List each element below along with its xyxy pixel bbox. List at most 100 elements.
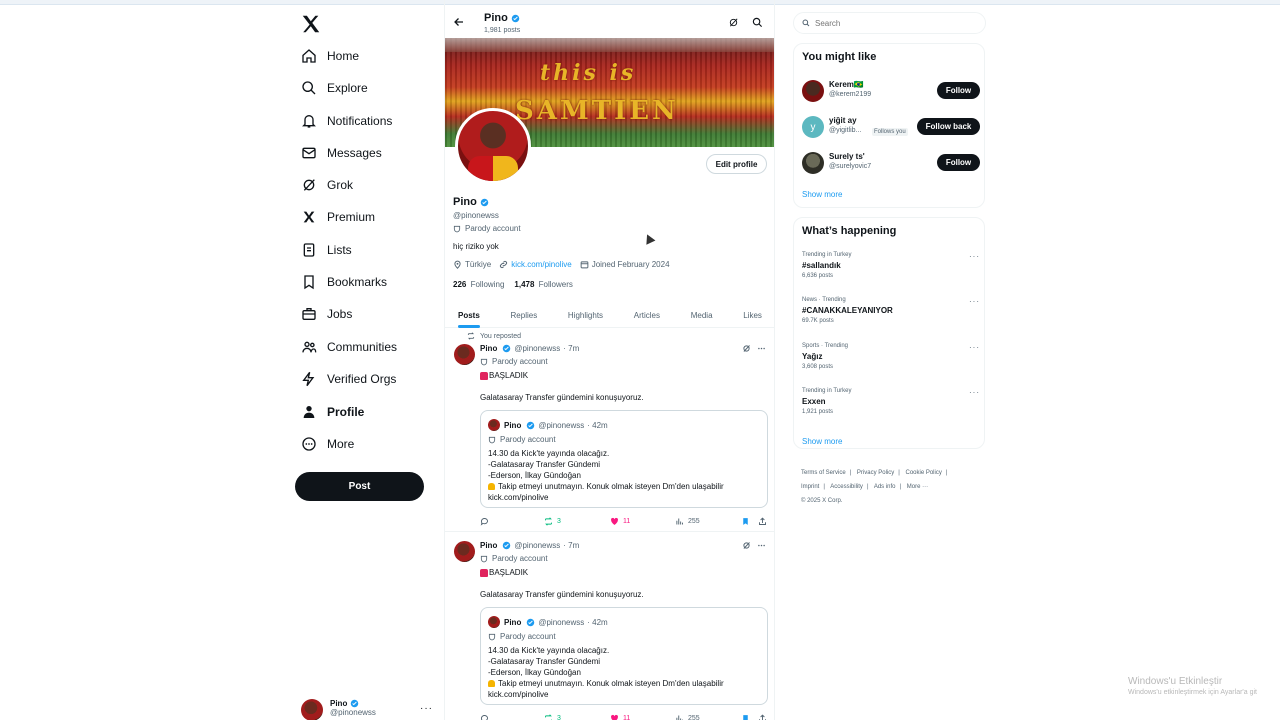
- quote-line-bell: Takip etmeyi unutmayın. Konuk olmak iste…: [488, 481, 724, 492]
- bookmark-button[interactable]: [741, 517, 754, 526]
- suggested-user[interactable]: y yiğit ay @yigitlib... Follows you Foll…: [802, 116, 980, 140]
- views-button[interactable]: 255: [675, 714, 700, 720]
- quote-line-bell: Takip etmeyi unutmayın. Konuk olmak iste…: [488, 678, 724, 689]
- x-logo-icon[interactable]: [300, 13, 322, 35]
- search-input[interactable]: [815, 18, 975, 28]
- views-button[interactable]: 255: [675, 517, 700, 526]
- nav-item-grok[interactable]: Grok: [300, 173, 353, 197]
- nav-item-more[interactable]: More: [300, 432, 354, 456]
- avatar[interactable]: [454, 344, 475, 365]
- avatar[interactable]: [454, 541, 475, 562]
- tab-media[interactable]: Media: [691, 302, 713, 328]
- grok-icon[interactable]: [742, 344, 751, 353]
- nav-item-verified-orgs[interactable]: Verified Orgs: [300, 367, 396, 391]
- grok-icon[interactable]: [742, 541, 751, 550]
- like-button[interactable]: 11: [610, 714, 630, 720]
- followers-link[interactable]: 1,478 Followers: [514, 280, 573, 289]
- show-more-link[interactable]: Show more: [802, 437, 842, 446]
- post-count: 1,981 posts: [484, 27, 521, 34]
- tab-posts[interactable]: Posts: [458, 302, 480, 328]
- nav-item-profile[interactable]: Profile: [300, 400, 364, 424]
- footer-link-accessibility[interactable]: Accessibility: [830, 484, 863, 490]
- tweet-time[interactable]: · 7m: [563, 344, 579, 353]
- nav-item-messages[interactable]: Messages: [300, 141, 382, 165]
- trend-item[interactable]: Sports · Trending Yağız 3,608 posts ···: [802, 343, 980, 370]
- footer-link-ads-info[interactable]: Ads info: [874, 484, 896, 490]
- repost-indicator: You reposted: [467, 332, 521, 340]
- banner-stadium-roof: [445, 38, 774, 52]
- share-button[interactable]: [758, 713, 771, 720]
- tab-likes[interactable]: Likes: [743, 302, 762, 328]
- following-link[interactable]: 226 Following: [453, 280, 504, 289]
- parody-mask-icon: [480, 555, 488, 562]
- tab-articles[interactable]: Articles: [634, 302, 660, 328]
- more-dots-icon[interactable]: ···: [969, 388, 980, 397]
- avatar: [488, 616, 500, 628]
- tweet[interactable]: You reposted Pino @pinonewss · 7m Parody a…: [445, 329, 774, 532]
- profile-link[interactable]: kick.com/pinolive: [511, 260, 571, 269]
- repost-button[interactable]: 3: [544, 516, 561, 526]
- profile-avatar[interactable]: [455, 108, 531, 184]
- share-button[interactable]: [758, 516, 771, 526]
- show-more-link[interactable]: Show more: [802, 190, 842, 199]
- more-dots-icon[interactable]: ···: [420, 703, 433, 714]
- quoted-tweet[interactable]: Pino @pinonewss · 42m Parody account 14.30…: [480, 410, 768, 508]
- more-dots-icon[interactable]: ···: [969, 343, 980, 352]
- repost-icon: [545, 713, 552, 720]
- tweet-author[interactable]: Pino: [480, 541, 497, 550]
- suggested-user[interactable]: Surely ts' @surelyovic7 Follow: [802, 152, 980, 176]
- nav-item-bookmarks[interactable]: Bookmarks: [300, 270, 387, 294]
- trend-count: 6,636 posts: [802, 273, 834, 279]
- trend-item[interactable]: Trending in Turkey Exxen 1,921 posts ···: [802, 388, 980, 415]
- like-button[interactable]: 11: [610, 517, 630, 526]
- follow-button[interactable]: Follow: [937, 154, 980, 171]
- repost-count: 3: [557, 714, 561, 720]
- post-button[interactable]: Post: [295, 472, 424, 501]
- nav-item-lists[interactable]: Lists: [300, 238, 352, 262]
- nav-item-communities[interactable]: Communities: [300, 335, 397, 359]
- tweet[interactable]: Pino @pinonewss · 7m Parody account BAŞLAD…: [445, 532, 774, 720]
- link-item[interactable]: kick.com/pinolive: [499, 260, 572, 269]
- footer-link-more[interactable]: More ···: [907, 484, 928, 490]
- tweet-author[interactable]: Pino: [480, 344, 497, 353]
- quote-line: -Galatasaray Transfer Gündemi: [488, 460, 601, 469]
- tab-replies[interactable]: Replies: [511, 302, 538, 328]
- parody-mask-icon: [480, 358, 488, 365]
- footer-separator: |: [899, 484, 902, 490]
- tab-highlights[interactable]: Highlights: [568, 302, 603, 328]
- follow-back-button[interactable]: Follow back: [917, 118, 980, 135]
- more-dots-icon[interactable]: ···: [969, 297, 980, 306]
- follow-button[interactable]: Follow: [937, 82, 980, 99]
- grok-icon[interactable]: [728, 17, 739, 28]
- footer-link-privacy[interactable]: Privacy Policy: [857, 470, 894, 476]
- nav-item-notifications[interactable]: Notifications: [300, 109, 392, 133]
- edit-profile-button[interactable]: Edit profile: [706, 154, 767, 174]
- trend-item[interactable]: Trending in Turkey #sallandık 6,636 post…: [802, 252, 980, 279]
- more-dots-icon[interactable]: ···: [969, 252, 980, 261]
- footer-link-cookie[interactable]: Cookie Policy: [906, 470, 942, 476]
- nav-label: Notifications: [327, 114, 393, 128]
- footer-link-terms[interactable]: Terms of Service: [801, 470, 846, 476]
- tweet-text-line-2: Galatasaray Transfer gündemini konuşuyor…: [480, 393, 644, 402]
- nav-item-explore[interactable]: Explore: [300, 76, 368, 100]
- search-box[interactable]: [793, 12, 986, 34]
- reply-button[interactable]: [480, 714, 493, 720]
- user-handle: @yigitlib...: [829, 127, 862, 134]
- nav-item-home[interactable]: Home: [300, 44, 359, 68]
- reply-button[interactable]: [480, 517, 493, 526]
- back-arrow-icon[interactable]: [453, 16, 465, 28]
- footer-link-imprint[interactable]: Imprint: [801, 484, 819, 490]
- nav-item-premium[interactable]: Premium: [300, 205, 375, 229]
- quoted-tweet[interactable]: Pino @pinonewss · 42m Parody account 14.30…: [480, 607, 768, 705]
- search-icon[interactable]: [752, 17, 763, 28]
- account-switcher[interactable]: Pino @pinonewss ···: [301, 699, 435, 720]
- repost-button[interactable]: 3: [544, 713, 561, 720]
- trend-item[interactable]: News · Trending #CANAKKALEYANIYOR 69.7K …: [802, 297, 980, 324]
- verified-badge-icon: [527, 421, 535, 429]
- more-dots-icon[interactable]: [757, 344, 766, 353]
- nav-item-jobs[interactable]: Jobs: [300, 302, 352, 326]
- more-dots-icon[interactable]: [757, 541, 766, 550]
- suggested-user[interactable]: Kerem🇧🇷 @kerem2199 Follow: [802, 80, 980, 104]
- tweet-time[interactable]: · 7m: [563, 541, 579, 550]
- bookmark-button[interactable]: [741, 714, 754, 720]
